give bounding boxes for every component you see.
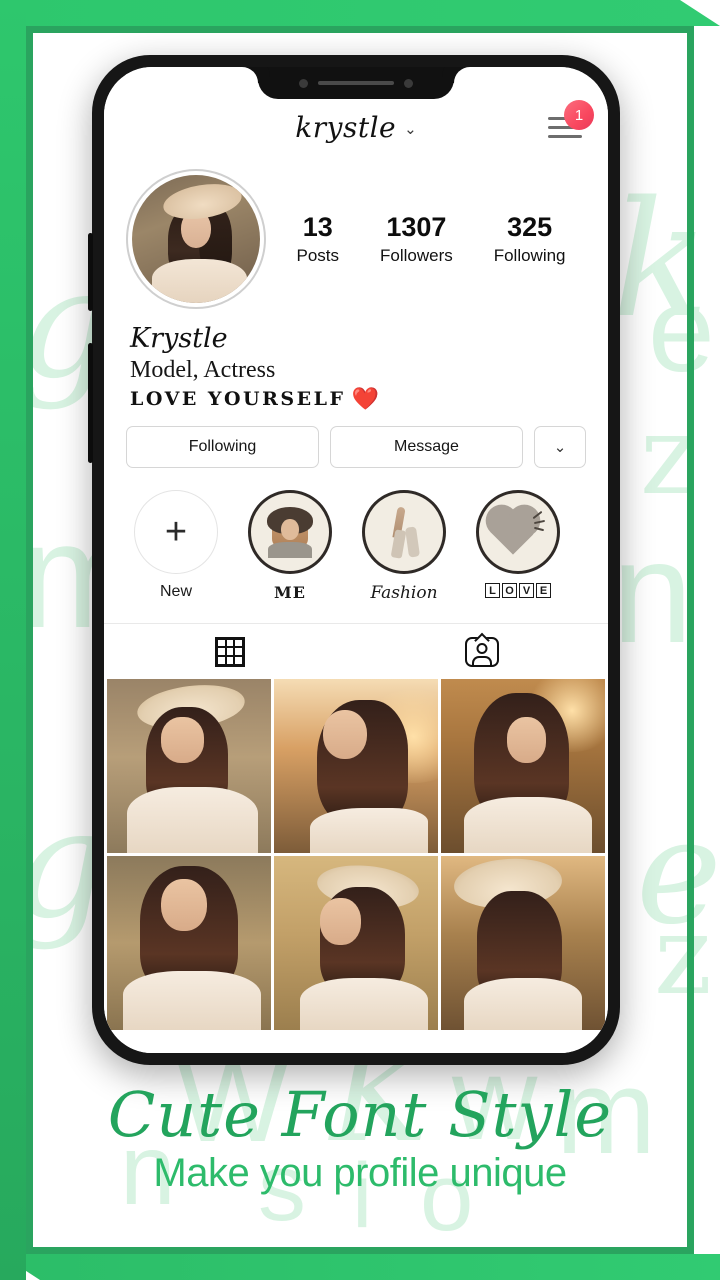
highlight-label: New bbox=[159, 583, 192, 601]
stat-followers[interactable]: 1307 Followers bbox=[380, 212, 453, 265]
heart-icon: ❤️ bbox=[351, 386, 382, 413]
bio-role: Model, Actress bbox=[130, 356, 276, 383]
profile-tabs bbox=[104, 623, 608, 679]
person-portrait-icon bbox=[264, 506, 316, 559]
phone-notch bbox=[258, 67, 454, 99]
watermark-letter: e bbox=[648, 263, 715, 397]
highlight-label: ME bbox=[274, 583, 306, 603]
highlight-label: Fashion bbox=[370, 583, 438, 604]
tab-tagged[interactable] bbox=[356, 636, 608, 667]
photo-cell[interactable] bbox=[274, 855, 438, 1030]
highlight-fashion[interactable]: Fashion bbox=[358, 490, 450, 603]
front-camera-icon bbox=[299, 78, 308, 88]
watermark-letter: z bbox=[654, 891, 712, 1019]
stat-value: 325 bbox=[507, 212, 553, 243]
stat-value: 13 bbox=[302, 212, 333, 243]
bio-display-name: Krystle bbox=[130, 323, 228, 354]
message-button[interactable]: Message bbox=[330, 426, 523, 469]
more-options-button[interactable]: ⌄ bbox=[534, 426, 586, 469]
stat-posts[interactable]: 13 Posts bbox=[296, 212, 339, 265]
promo-subhead: Make you profile unique bbox=[153, 1151, 567, 1196]
highlight-me[interactable]: ME bbox=[244, 490, 336, 602]
notification-badge: 1 bbox=[564, 100, 594, 130]
promo-captions: Cute Font Style Make you profile unique bbox=[0, 1082, 720, 1196]
promo-headline: Cute Font Style bbox=[107, 1078, 613, 1151]
heart-icon bbox=[490, 508, 546, 556]
tagged-person-icon bbox=[465, 636, 499, 667]
photo-cell[interactable] bbox=[441, 855, 605, 1030]
photo-cell[interactable] bbox=[107, 855, 271, 1030]
phone-side-button bbox=[88, 233, 93, 311]
stat-following[interactable]: 325 Following bbox=[494, 212, 566, 265]
phone-mockup: krystle ⌄ 1 13 Posts 1307 Followers 325 … bbox=[88, 55, 620, 1065]
photo-cell[interactable] bbox=[441, 679, 605, 853]
photo-cell[interactable] bbox=[107, 679, 271, 853]
stat-label: Followers bbox=[379, 245, 453, 265]
watermark-letter: z bbox=[640, 391, 698, 519]
add-highlight-circle: + bbox=[134, 490, 218, 575]
profile-header: 13 Posts 1307 Followers 325 Following bbox=[104, 153, 608, 309]
chevron-down-icon: ⌄ bbox=[404, 120, 417, 138]
photo-cell[interactable] bbox=[274, 679, 438, 853]
bottom-green-banner bbox=[0, 1254, 720, 1280]
highlight-cover bbox=[248, 490, 332, 575]
earpiece-speaker bbox=[318, 81, 394, 85]
bio-tagline-text: LOVE YOURSELF bbox=[130, 388, 346, 411]
avatar[interactable] bbox=[126, 169, 266, 309]
hamburger-menu-icon[interactable]: 1 bbox=[548, 100, 594, 142]
highlight-new[interactable]: + New bbox=[130, 490, 222, 601]
watermark-letter: e bbox=[636, 788, 720, 957]
highlight-label: LOVE bbox=[472, 583, 564, 599]
highlight-cover bbox=[362, 490, 446, 575]
phone-screen-frame: krystle ⌄ 1 13 Posts 1307 Followers 325 … bbox=[104, 67, 608, 1053]
tab-grid[interactable] bbox=[104, 636, 356, 667]
profile-bio: Krystle Model, Actress LOVE YOURSELF ❤️ bbox=[104, 309, 608, 410]
phone-volume-button bbox=[88, 343, 93, 463]
plus-icon: + bbox=[164, 511, 188, 554]
bio-tagline: LOVE YOURSELF ❤️ bbox=[130, 388, 586, 410]
highlight-cover bbox=[476, 490, 560, 575]
promo-page: g k e z m n g e z W K w m n s i o krystl… bbox=[0, 0, 720, 1280]
profile-username: krystle bbox=[295, 110, 397, 144]
profile-actions: Following Message ⌄ bbox=[104, 410, 608, 469]
photo-grid bbox=[104, 679, 608, 1030]
story-highlights: + New ME Fashion L O V E bbox=[104, 468, 608, 603]
highlight-love[interactable]: LOVE bbox=[472, 490, 564, 599]
stat-value: 1307 bbox=[386, 212, 447, 243]
sensor-icon bbox=[404, 78, 413, 88]
lipstick-icon bbox=[381, 505, 427, 559]
grid-icon bbox=[215, 636, 245, 667]
top-green-banner bbox=[0, 0, 720, 26]
app-screen: krystle ⌄ 1 13 Posts 1307 Followers 325 … bbox=[104, 67, 608, 1053]
stat-label: Following bbox=[493, 245, 566, 265]
menu-line bbox=[548, 134, 582, 138]
top-bar: krystle ⌄ 1 bbox=[104, 100, 608, 153]
avatar-image bbox=[132, 175, 260, 303]
stat-label: Posts bbox=[296, 245, 340, 265]
username-dropdown[interactable]: krystle ⌄ bbox=[295, 111, 416, 144]
watermark-letter: n bbox=[612, 511, 693, 673]
following-button[interactable]: Following bbox=[126, 426, 319, 469]
watermark-letter: k bbox=[612, 166, 709, 353]
profile-stats: 13 Posts 1307 Followers 325 Following bbox=[270, 212, 586, 265]
